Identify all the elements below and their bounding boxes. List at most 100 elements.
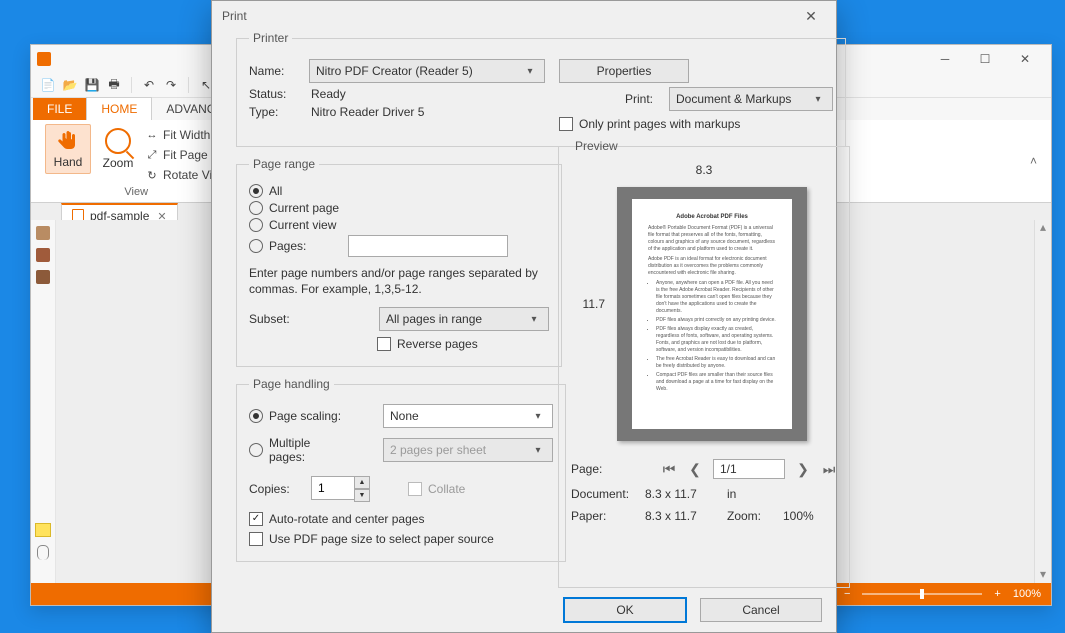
dialog-title: Print — [222, 9, 247, 23]
range-current-page-radio[interactable]: Current page — [249, 201, 549, 215]
chevron-down-icon: ▾ — [530, 445, 546, 456]
close-button[interactable]: ✕ — [1005, 45, 1045, 73]
pages-input[interactable] — [348, 235, 508, 257]
printer-name-combo[interactable]: Nitro PDF Creator (Reader 5)▾ — [309, 59, 545, 83]
scroll-down-icon[interactable]: ▾ — [1035, 567, 1051, 583]
layers-panel-icon[interactable] — [36, 270, 50, 284]
radio-icon — [249, 218, 263, 232]
preview-group: Preview 8.3 11.7 Adobe Acrobat PDF Files… — [558, 139, 850, 588]
range-pages-radio[interactable]: Pages: — [249, 235, 549, 257]
prev-page-icon[interactable]: ❮ — [687, 461, 703, 477]
use-pdf-size-checkbox[interactable]: Use PDF page size to select paper source — [249, 532, 553, 546]
checkbox-icon — [249, 512, 263, 526]
handling-legend: Page handling — [249, 377, 334, 391]
preview-legend: Preview — [571, 139, 622, 153]
next-page-icon[interactable]: ❯ — [795, 461, 811, 477]
spin-up-icon[interactable]: ▲ — [354, 476, 370, 489]
scaling-combo[interactable]: None▾ — [383, 404, 553, 428]
range-all-radio[interactable]: All — [249, 184, 549, 198]
chevron-down-icon: ▾ — [526, 314, 542, 325]
page-number-input[interactable]: 1/1 — [713, 459, 785, 479]
range-current-view-radio[interactable]: Current view — [249, 218, 549, 232]
type-value: Nitro Reader Driver 5 — [311, 105, 424, 119]
chevron-down-icon: ▾ — [522, 66, 538, 77]
zoom-value: 100% — [783, 509, 814, 523]
maximize-button[interactable]: ☐ — [965, 45, 1005, 73]
zoom-icon — [105, 128, 131, 154]
tab-file[interactable]: FILE — [33, 98, 86, 120]
dialog-footer: OK Cancel — [212, 588, 836, 632]
scroll-up-icon[interactable]: ▴ — [1035, 220, 1051, 236]
preview-nav: Page: ⏮ ❮ 1/1 ❯ ⏭ — [571, 459, 837, 479]
bookmarks-panel-icon[interactable] — [36, 248, 50, 262]
page-range-group: Page range All Current page Current view… — [236, 157, 562, 367]
new-icon[interactable]: 📄 — [39, 76, 57, 94]
hand-label: Hand — [54, 155, 83, 169]
zoom-tool[interactable]: Zoom — [95, 124, 141, 174]
zoom-value: 100% — [1013, 588, 1041, 600]
scrollbar[interactable] — [1035, 236, 1051, 567]
ok-button[interactable]: OK — [564, 598, 686, 622]
print-dialog: Print ✕ Printer Name: Nitro PDF Creator … — [211, 0, 837, 633]
tab-home[interactable]: HOME — [86, 97, 152, 120]
checkbox-icon — [408, 482, 422, 496]
zoom-slider[interactable] — [862, 593, 982, 595]
annotation-rail — [31, 517, 56, 583]
preview-paper: Adobe Acrobat PDF Files Adobe® Portable … — [617, 187, 807, 441]
range-hint: Enter page numbers and/or page ranges se… — [249, 265, 549, 297]
print-icon[interactable]: 🖶 — [105, 76, 123, 94]
copies-label: Copies: — [249, 482, 301, 496]
save-icon[interactable]: 💾 — [83, 76, 101, 94]
status-label: Status: — [249, 87, 301, 101]
print-what-combo[interactable]: Document & Markups▾ — [669, 87, 833, 111]
subset-combo[interactable]: All pages in range▾ — [379, 307, 549, 331]
attachment-icon[interactable] — [37, 545, 49, 560]
hand-tool[interactable]: Hand — [45, 124, 91, 174]
document-size-value: 8.3 x 11.7 — [645, 487, 727, 501]
printer-name-label: Name: — [249, 64, 299, 78]
preview-area: 8.3 11.7 Adobe Acrobat PDF Files Adobe® … — [571, 167, 837, 441]
pages-panel-icon[interactable] — [36, 226, 50, 240]
zoom-in-icon[interactable]: + — [994, 588, 1000, 600]
first-page-icon[interactable]: ⏮ — [661, 461, 677, 477]
page-handling-group: Page handling Page scaling: None▾ Multip… — [236, 377, 566, 562]
radio-icon — [249, 201, 263, 215]
collate-checkbox: Collate — [408, 482, 465, 496]
page-width-label: 8.3 — [696, 163, 713, 177]
reverse-pages-checkbox[interactable]: Reverse pages — [377, 337, 549, 351]
redo-icon[interactable]: ↷ — [162, 76, 180, 94]
radio-icon — [249, 239, 263, 253]
multiple-pages-radio[interactable]: Multiple pages: 2 pages per sheet▾ — [249, 436, 553, 464]
fit-width-icon: ↔ — [145, 128, 159, 142]
multiple-pages-combo: 2 pages per sheet▾ — [383, 438, 553, 462]
radio-icon — [249, 409, 263, 423]
paper-size-label: Paper: — [571, 509, 645, 523]
last-page-icon[interactable]: ⏭ — [821, 461, 837, 477]
spin-down-icon[interactable]: ▼ — [354, 489, 370, 502]
copies-input[interactable] — [311, 476, 354, 500]
preview-doc-title: Adobe Acrobat PDF Files — [648, 213, 776, 221]
zoom-out-icon[interactable]: − — [844, 588, 850, 600]
chevron-down-icon: ▾ — [810, 94, 826, 105]
cancel-button[interactable]: Cancel — [700, 598, 822, 622]
undo-icon[interactable]: ↶ — [140, 76, 158, 94]
page-scaling-radio[interactable]: Page scaling: None▾ — [249, 404, 553, 428]
status-value: Ready — [311, 87, 346, 101]
radio-icon — [249, 443, 263, 457]
dialog-close-button[interactable]: ✕ — [796, 1, 826, 31]
checkbox-icon — [377, 337, 391, 351]
checkbox-icon — [249, 532, 263, 546]
zoom-label: Zoom — [103, 156, 134, 170]
minimize-button[interactable]: ─ — [925, 45, 965, 73]
app-icon — [37, 52, 51, 66]
paper-size-value: 8.3 x 11.7 — [645, 509, 727, 523]
open-icon[interactable]: 📂 — [61, 76, 79, 94]
chevron-down-icon: ▾ — [530, 411, 546, 422]
rotate-icon: ↻ — [145, 168, 159, 182]
printer-legend: Printer — [249, 31, 292, 45]
copies-spinner[interactable]: ▲▼ — [311, 476, 370, 502]
ribbon-collapse-icon[interactable]: ˄ — [1024, 154, 1043, 168]
note-icon[interactable] — [35, 523, 51, 537]
autorotate-checkbox[interactable]: Auto-rotate and center pages — [249, 512, 553, 526]
ribbon-group-label: View — [124, 186, 148, 198]
